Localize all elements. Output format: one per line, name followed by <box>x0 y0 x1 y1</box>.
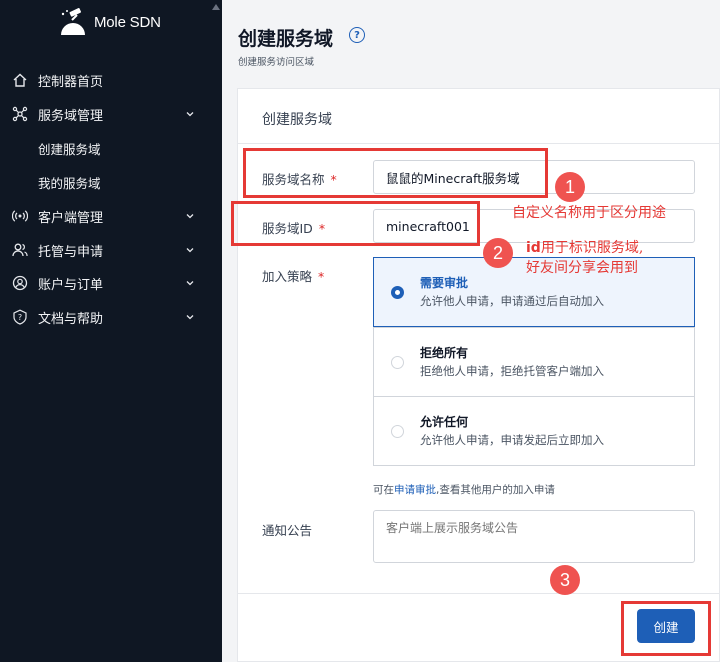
notice-label: 通知公告 <box>262 523 313 538</box>
annotation-note-2-line1: 用于标识服务域, <box>540 240 644 256</box>
help-shield-icon: ? <box>12 309 28 325</box>
sidebar-subitem-label: 我的服务域 <box>38 175 101 191</box>
radio-button[interactable] <box>391 425 404 438</box>
join-policy-label-text: 加入策略 <box>262 269 313 284</box>
annotation-note-1: 自定义名称用于区分用途 <box>512 205 666 221</box>
annotation-note-2: id用于标识服务域, 好友间分享会用到 <box>526 238 643 278</box>
sidebar-item-label: 服务域管理 <box>38 108 104 124</box>
policy-option-title: 需要审批 <box>420 276 469 290</box>
sidebar-item-label: 客户端管理 <box>38 210 104 226</box>
card-title: 创建服务域 <box>262 112 332 128</box>
sidebar-item-client-management[interactable]: 客户端管理 <box>0 199 222 233</box>
approval-link[interactable]: 申请审批 <box>394 484 436 496</box>
required-mark: * <box>318 269 325 284</box>
sidebar-item-label: 文档与帮助 <box>38 311 104 327</box>
page-title: 创建服务域 <box>238 28 334 50</box>
sidebar-subitem-create-domain[interactable]: 创建服务域 <box>0 131 222 165</box>
annotation-badge-3: 3 <box>550 565 580 595</box>
annotation-note-2-bold: id <box>526 240 541 256</box>
policy-option-allow-any[interactable]: 允许任何 允许他人申请，申请发起后立即加入 <box>373 396 695 466</box>
join-policy-label: 加入策略 * <box>262 266 324 285</box>
main-content: 创建服务域 ? 创建服务访问区域 创建服务域 服务域名称* 服务域ID* 加入策… <box>222 0 720 662</box>
sidebar-subitem-my-domains[interactable]: 我的服务域 <box>0 165 222 199</box>
notice-textarea[interactable] <box>373 510 695 563</box>
hint-suffix: ,查看其他用户的加入申请 <box>436 484 555 496</box>
sidebar-item-label: 账户与订单 <box>38 277 104 293</box>
radio-button[interactable] <box>391 286 404 299</box>
mole-logo-icon <box>61 8 85 35</box>
page-subtitle: 创建服务访问区域 <box>238 57 315 68</box>
scroll-up-arrow[interactable] <box>212 4 220 10</box>
users-icon <box>12 242 28 258</box>
policy-hint: 可在申请审批,查看其他用户的加入申请 <box>373 482 555 497</box>
divider <box>238 143 720 144</box>
sidebar-item-controller-home[interactable]: 控制器首页 <box>0 63 222 97</box>
chevron-down-icon <box>186 281 194 286</box>
policy-option-title: 允许任何 <box>420 415 469 429</box>
annotation-highlight-name <box>243 148 548 198</box>
logo[interactable]: Mole SDN <box>58 8 161 36</box>
policy-option-title: 拒绝所有 <box>420 346 469 360</box>
annotation-note-2-line2: 好友间分享会用到 <box>526 260 638 276</box>
policy-option-deny-all[interactable]: 拒绝所有 拒绝他人申请，拒绝托管客户端加入 <box>373 327 695 397</box>
sidebar-item-label: 控制器首页 <box>38 74 104 90</box>
sidebar-item-account-orders[interactable]: 账户与订单 <box>0 266 222 300</box>
home-icon <box>12 72 28 88</box>
policy-option-desc: 允许他人申请，申请发起后立即加入 <box>420 433 604 447</box>
annotation-highlight-create <box>621 601 711 656</box>
chevron-down-icon <box>186 248 194 253</box>
svg-text:?: ? <box>18 313 22 322</box>
annotation-highlight-id <box>231 201 480 246</box>
hint-prefix: 可在 <box>373 484 394 496</box>
policy-option-desc: 拒绝他人申请，拒绝托管客户端加入 <box>420 364 604 378</box>
chevron-down-icon <box>186 315 194 320</box>
policy-option-desc: 允许他人申请，申请通过后自动加入 <box>420 294 604 308</box>
question-circle-icon[interactable]: ? <box>349 27 365 43</box>
sidebar-subitem-label: 创建服务域 <box>38 141 101 157</box>
annotation-badge-1: 1 <box>555 172 585 202</box>
sidebar-item-label: 托管与申请 <box>38 244 104 260</box>
network-icon <box>12 106 28 122</box>
radio-button[interactable] <box>391 356 404 369</box>
user-circle-icon <box>12 275 28 291</box>
signal-icon <box>12 208 28 224</box>
annotation-badge-2: 2 <box>483 238 513 268</box>
sidebar-item-domain-management[interactable]: 服务域管理 <box>0 97 222 131</box>
chevron-down-icon <box>186 214 194 219</box>
chevron-down-icon <box>186 112 194 117</box>
divider <box>238 593 720 594</box>
logo-text: Mole SDN <box>94 13 161 31</box>
sidebar-item-hosting-application[interactable]: 托管与申请 <box>0 233 222 267</box>
sidebar-item-docs-help[interactable]: ? 文档与帮助 <box>0 300 222 334</box>
sidebar: Mole SDN 控制器首页 服务域管理 创建服务域 我的服务域 客户端管理 托… <box>0 0 222 662</box>
